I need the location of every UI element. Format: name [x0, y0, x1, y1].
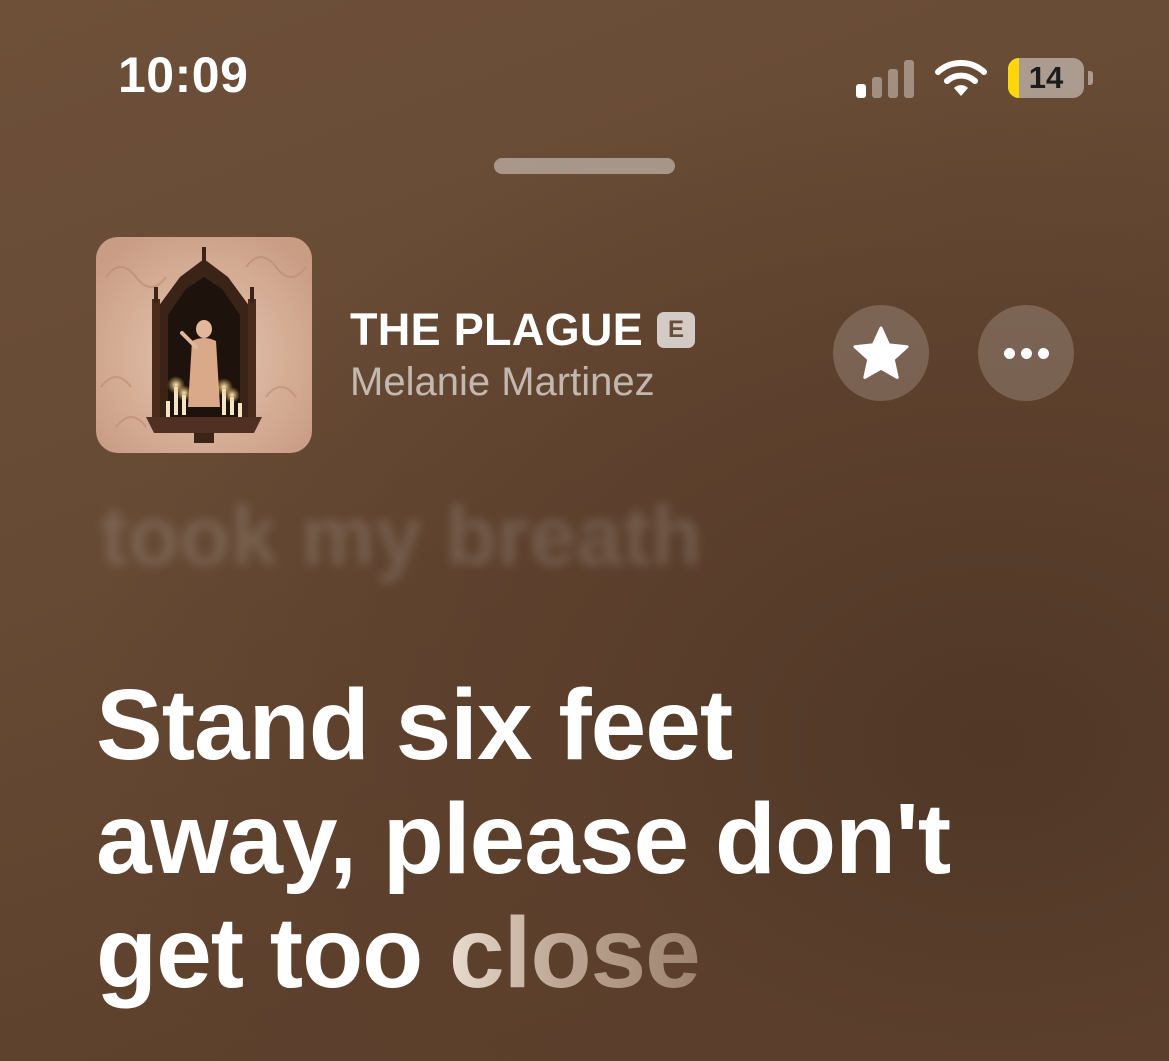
ellipsis-icon	[1003, 347, 1049, 359]
lyric-line-2: away, please don't	[96, 783, 951, 895]
battery-level: 14	[1028, 60, 1064, 95]
album-artwork[interactable]	[96, 237, 312, 453]
lyric-previous-line[interactable]: took my breath	[100, 488, 702, 585]
lyric-current-line[interactable]: Stand six feet away, please don't get to…	[96, 668, 1116, 1010]
more-options-button[interactable]	[978, 305, 1074, 401]
status-time: 10:09	[118, 47, 249, 103]
sheet-grabber[interactable]	[494, 158, 675, 174]
lyric-sung-word: get too	[96, 897, 450, 1009]
lyric-upcoming-word: close	[449, 897, 701, 1009]
song-title: THE PLAGUE	[350, 304, 644, 355]
favorite-button[interactable]	[833, 305, 929, 401]
lyric-line-3: get too close	[96, 896, 1116, 1010]
cellular-signal-icon	[856, 60, 916, 98]
song-title-row[interactable]: THE PLAGUE E	[350, 300, 696, 360]
star-icon	[853, 326, 909, 379]
battery-icon: 14	[1008, 58, 1084, 98]
wifi-icon	[934, 58, 988, 98]
explicit-badge: E	[657, 312, 696, 348]
battery-cap	[1088, 71, 1093, 85]
artist-name[interactable]: Melanie Martinez	[350, 360, 655, 405]
battery-indicator: 14	[1008, 58, 1093, 98]
lyric-line-1: Stand six feet	[96, 669, 733, 781]
